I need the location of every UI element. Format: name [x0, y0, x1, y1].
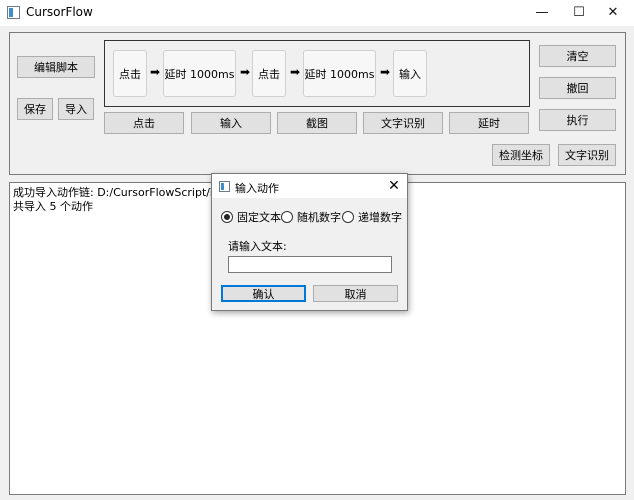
undo-button[interactable]: 撤回 [539, 77, 616, 99]
radio-fixed-text[interactable]: 固定文本 [221, 209, 281, 225]
flow-step-click[interactable]: 点击 [252, 50, 286, 97]
clear-button[interactable]: 清空 [539, 45, 616, 67]
arrow-right-icon: ➡ [290, 65, 301, 79]
arrow-right-icon: ➡ [380, 65, 391, 79]
dialog-close-button[interactable]: ✕ [384, 176, 404, 196]
add-click-button[interactable]: 点击 [104, 112, 184, 134]
detect-coords-button[interactable]: 检测坐标 [492, 144, 550, 166]
radio-unchecked-icon[interactable] [281, 211, 293, 223]
add-screenshot-button[interactable]: 截图 [277, 112, 357, 134]
edit-script-button[interactable]: 编辑脚本 [17, 56, 95, 78]
flow-step-delay[interactable]: 延时 1000ms [303, 50, 376, 97]
dialog-title: 输入动作 [235, 182, 279, 195]
radio-checked-icon[interactable] [221, 211, 233, 223]
confirm-button[interactable]: 确认 [221, 285, 306, 302]
dialog-app-icon [219, 181, 230, 192]
radio-random-number[interactable]: 随机数字 [281, 209, 341, 225]
import-button[interactable]: 导入 [58, 98, 94, 120]
flow-step-click[interactable]: 点击 [113, 50, 147, 97]
radio-label: 递增数字 [358, 211, 402, 224]
ocr-button[interactable]: 文字识别 [558, 144, 616, 166]
save-button[interactable]: 保存 [17, 98, 53, 120]
arrow-right-icon: ➡ [150, 65, 161, 79]
window-title: CursorFlow [26, 5, 93, 19]
add-ocr-button[interactable]: 文字识别 [363, 112, 443, 134]
app-icon [7, 6, 20, 19]
radio-label: 固定文本 [237, 211, 281, 224]
radio-unchecked-icon[interactable] [342, 211, 354, 223]
flow-step-input[interactable]: 输入 [393, 50, 427, 97]
radio-label: 随机数字 [297, 211, 341, 224]
input-action-dialog: 输入动作 ✕ 固定文本 随机数字 递增数字 请输入文本: 确认 取消 [211, 173, 408, 311]
add-input-button[interactable]: 输入 [191, 112, 271, 134]
title-bar: CursorFlow — ☐ ✕ [0, 0, 634, 26]
arrow-right-icon: ➡ [240, 65, 251, 79]
close-button[interactable]: ✕ [590, 0, 634, 26]
input-prompt-label: 请输入文本: [228, 240, 287, 253]
run-button[interactable]: 执行 [539, 109, 616, 131]
text-input-field[interactable] [228, 256, 392, 273]
flow-step-delay[interactable]: 延时 1000ms [163, 50, 236, 97]
radio-increment-number[interactable]: 递增数字 [342, 209, 402, 225]
dialog-title-bar: 输入动作 ✕ [212, 174, 407, 198]
cancel-button[interactable]: 取消 [313, 285, 398, 302]
action-flow-area: 点击 ➡ 延时 1000ms ➡ 点击 ➡ 延时 1000ms ➡ 输入 [104, 40, 530, 107]
add-delay-button[interactable]: 延时 [449, 112, 529, 134]
